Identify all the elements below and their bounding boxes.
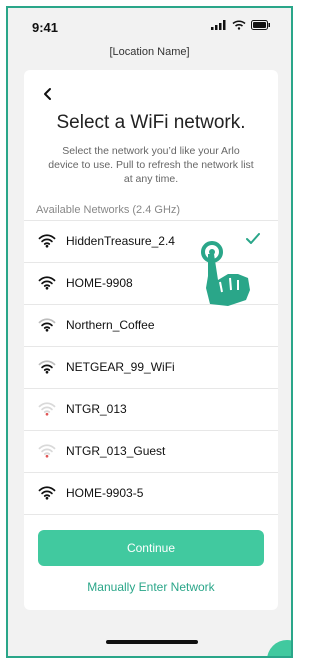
wifi-icon (38, 444, 56, 458)
page-description: Select the network you’d like your Arlo … (48, 145, 254, 185)
wifi-icon (38, 318, 56, 332)
network-item-5[interactable]: NTGR_013_Guest (24, 430, 278, 472)
signal-icon (211, 20, 226, 30)
location-name: [Location Name] (109, 46, 190, 58)
section-label: Available Networks (2.4 GHz) (36, 204, 181, 216)
wifi-status-icon (232, 20, 246, 30)
battery-icon (251, 20, 270, 30)
wifi-icon (38, 402, 56, 416)
network-name: NTGR_013_Guest (66, 444, 166, 458)
network-item-2[interactable]: Northern_Coffee (24, 304, 278, 346)
page-title: Select a WiFi network. (56, 112, 246, 133)
phone-frame: 9:41 [Location Name] Select a WiFi netwo… (6, 6, 293, 658)
corner-badge (267, 640, 291, 656)
wifi-selection-card: Select a WiFi network. Select the networ… (24, 70, 278, 610)
chevron-left-icon[interactable] (40, 86, 56, 102)
network-name: NETGEAR_99_WiFi (66, 360, 175, 374)
network-item-4[interactable]: NTGR_013 (24, 388, 278, 430)
network-name: Northern_Coffee (66, 318, 155, 332)
wifi-icon (38, 234, 56, 248)
manual-network-link[interactable]: Manually Enter Network (24, 580, 278, 594)
wifi-icon (38, 276, 56, 290)
network-item-6[interactable]: HOME-9903-5 (24, 472, 278, 515)
status-bar: 9:41 (8, 8, 291, 42)
network-name: HOME-9908 (66, 276, 133, 290)
wifi-icon (38, 486, 56, 500)
status-time: 9:41 (32, 20, 59, 35)
status-icons (211, 20, 271, 30)
home-indicator (106, 640, 198, 644)
wifi-icon (38, 360, 56, 374)
network-name: NTGR_013 (66, 402, 127, 416)
continue-button[interactable]: Continue (38, 530, 264, 566)
network-name: HOME-9903-5 (66, 486, 144, 500)
network-name: HiddenTreasure_2.4 (66, 234, 175, 248)
network-item-3[interactable]: NETGEAR_99_WiFi (24, 346, 278, 388)
tap-hand-icon (201, 241, 250, 306)
